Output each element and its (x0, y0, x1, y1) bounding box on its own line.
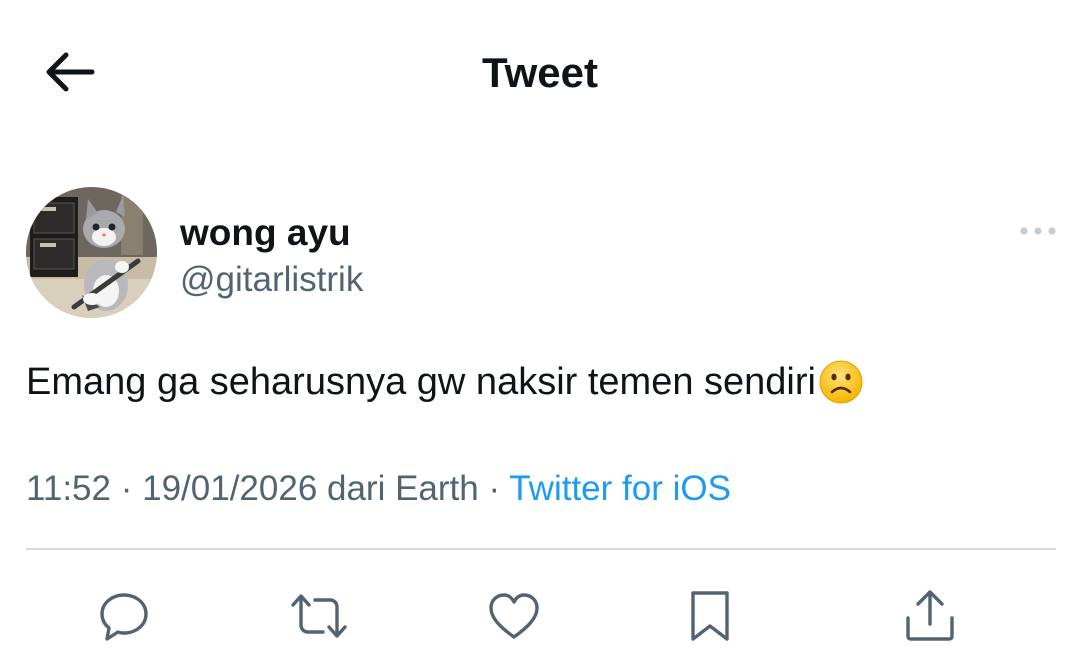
more-options-button[interactable] (1016, 217, 1060, 245)
bookmark-icon (691, 591, 729, 641)
reply-icon (100, 593, 148, 641)
retweet-button[interactable] (289, 586, 349, 646)
meta-separator: · (111, 469, 143, 508)
user-handle[interactable]: @gitarlistrik (180, 259, 363, 301)
share-button[interactable] (900, 586, 960, 646)
display-name[interactable]: wong ayu (180, 211, 351, 255)
avatar[interactable] (26, 187, 157, 318)
reply-button[interactable] (94, 586, 154, 646)
like-button[interactable] (484, 586, 544, 646)
tweet-time: 11:52 (26, 469, 111, 508)
tweet-location: dari Earth (317, 469, 479, 508)
more-horizontal-icon (1020, 227, 1056, 235)
heart-icon (489, 593, 539, 639)
retweet-icon (291, 594, 347, 638)
frowning-face-emoji (819, 360, 863, 404)
action-bar (0, 586, 1080, 646)
tweet-source-link[interactable]: Twitter for iOS (509, 469, 731, 508)
bookmark-button[interactable] (680, 586, 740, 646)
meta-separator: · (478, 469, 510, 508)
kitten-with-guitar-avatar (26, 187, 157, 318)
tweet-text: Emang ga seharusnya gw naksir temen send… (26, 361, 816, 403)
page-title: Tweet (482, 49, 598, 96)
tweet-author: wong ayu @gitarlistrik (26, 187, 1056, 319)
share-icon (906, 590, 954, 641)
tweet-body: Emang ga seharusnya gw naksir temen send… (26, 356, 864, 408)
top-bar: Tweet (0, 0, 1080, 145)
tweet-meta: 11:52 · 19/01/2026 dari Earth · Twitter … (26, 467, 731, 511)
tweet-date: 19/01/2026 (142, 469, 318, 508)
divider (26, 548, 1056, 550)
